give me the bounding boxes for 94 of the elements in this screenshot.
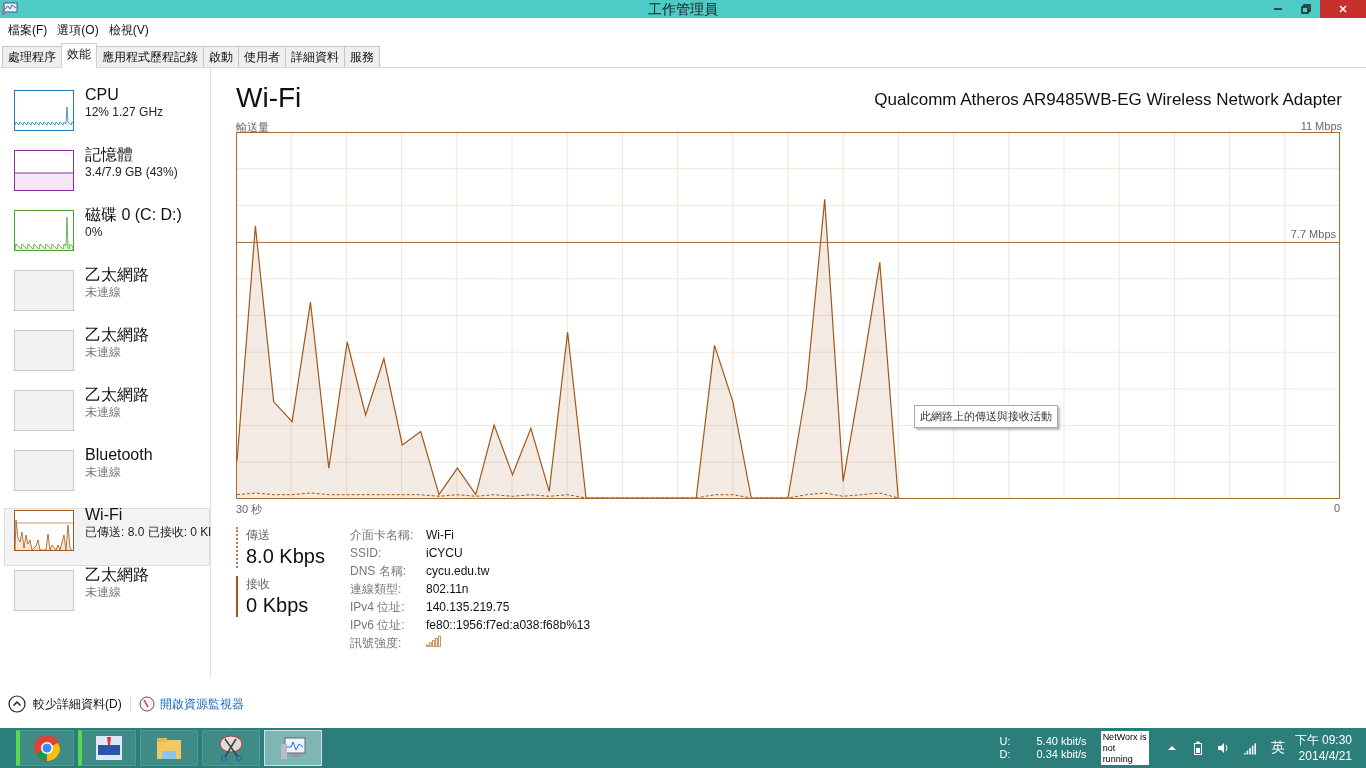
sidebar-item[interactable]: 乙太網路 未連線 [4,388,210,446]
app-tile-icon [93,733,124,763]
adapter-name: Qualcomm Atheros AR9485WB-EG Wireless Network Adapter [874,90,1342,110]
resource-detail: 0% [85,224,104,241]
signal-strength-icon [426,635,442,647]
menu-item[interactable]: 檢視(V) [104,20,153,41]
tab[interactable]: 處理程序 [2,46,62,67]
resource-detail: 未連線 [85,284,122,301]
resource-detail: 未連線 [85,584,122,601]
sidebar-item[interactable]: CPU 12% 1.27 GHz [4,88,210,146]
app-monitor-icon [2,2,18,16]
resource-name: 磁碟 0 (C: D:) [85,205,182,224]
sidebar-item[interactable]: 乙太網路 未連線 [4,328,210,386]
resource-name: 記憶體 [85,145,134,164]
signal-bars-icon[interactable] [1242,741,1257,755]
clock-date[interactable]: 2014/4/21 [1298,748,1352,764]
sidebar-item[interactable]: 乙太網路 未連線 [4,268,210,326]
detail-label: SSID: [350,545,383,561]
detail-value: cycu.edu.tw [426,563,491,579]
tooltip: 此網路上的傳送與接收活動 [914,405,1058,428]
sidebar-item[interactable]: Wi-Fi 已傳送: 8.0 已接收: 0 Kl [4,508,210,566]
taskbar-app-button[interactable] [78,730,136,766]
graph-thumbnail [14,450,74,491]
graph-thumbnail [14,330,74,371]
gauge-icon [138,696,155,712]
download-label: D: [999,748,1011,761]
graph-end-label: 0 [1333,502,1340,516]
stat-value: 8.0 Kbps [246,544,326,568]
minimize-icon [1273,8,1283,10]
detail-value: iCYCU [426,545,464,561]
resource-name: 乙太網路 [85,265,149,284]
detail-label: 訊號強度: [350,635,403,651]
graph-thumbnail [14,570,74,611]
detail-value: 802.11n [426,581,470,597]
graph-thumbnail [14,390,74,431]
resource-name: CPU [85,85,120,104]
menu-item[interactable]: 檔案(F) [4,20,52,41]
close-icon [1338,4,1348,14]
detail-value: fe80::1956:f7ed:a038:f68b%13 [426,617,591,633]
detail-value: Wi-Fi [426,527,455,543]
page-title: Wi-Fi [236,82,302,114]
detail-label: DNS 名稱: [350,563,407,579]
resource-name: Bluetooth [85,445,153,464]
fewer-details-button[interactable]: 較少詳細資料(D) [8,695,122,713]
resource-name: Wi-Fi [85,505,124,524]
input-method-indicator[interactable]: 英 [1270,739,1285,757]
graph-axis-label: 輸送量 [236,120,269,135]
upload-rate: 5.40 kbit/s [1036,735,1087,748]
stat-value: 0 Kbps [246,593,310,617]
resource-detail: 12% 1.27 GHz [85,104,164,121]
tab[interactable]: 服務 [344,46,380,67]
round-app-icon [31,733,62,763]
networx-notice: NetWorx is not running [1100,731,1149,765]
taskbar-app-button[interactable] [16,730,74,766]
tab[interactable]: 使用者 [238,46,286,67]
detail-label: IPv4 位址: [350,599,406,615]
clock-time[interactable]: 下午 09:30 [1294,732,1352,748]
chevron-up-icon [8,695,26,713]
graph-max-label: 11 Mbps [1300,120,1342,134]
resource-monitor-link[interactable]: 開啟資源監視器 [159,695,244,713]
speaker-icon[interactable] [1216,741,1231,755]
detail-value: 140.135.219.75 [426,599,511,615]
resource-name: 乙太網路 [85,325,149,344]
stat-label: 傳送 [246,527,271,544]
taskbar-app-button[interactable] [140,730,198,766]
sidebar-item[interactable]: 磁碟 0 (C: D:) 0% [4,208,210,266]
resource-detail: 已傳送: 8.0 已接收: 0 Kl [85,524,212,541]
graph-thumbnail [14,270,74,311]
taskbar-app-button[interactable] [202,730,260,766]
resource-detail: 未連線 [85,404,122,421]
sidebar-item[interactable]: Bluetooth 未連線 [4,448,210,506]
sidebar-item[interactable]: 乙太網路 未連線 [4,568,210,626]
stat-label: 接收 [246,576,271,593]
resource-detail: 未連線 [85,344,122,361]
resource-detail: 3.4/7.9 GB (43%) [85,164,178,181]
tab[interactable]: 效能 [61,43,97,68]
detail-label: IPv6 位址: [350,617,406,633]
scissors-icon [216,733,246,763]
download-rate: 0.34 kbit/s [1036,748,1087,761]
reference-label: 7.7 Mbps [1290,227,1336,240]
restore-icon [1301,4,1311,14]
tab[interactable]: 啟動 [203,46,239,67]
upload-label: U: [999,735,1011,748]
detail-label: 介面卡名稱: [350,527,415,543]
graph-start-label: 30 秒 [236,502,263,517]
menu-item[interactable]: 選項(O) [53,20,103,41]
sidebar-item[interactable]: 記憶體 3.4/7.9 GB (43%) [4,148,210,206]
tab[interactable]: 詳細資料 [285,46,345,67]
resource-name: 乙太網路 [85,565,149,584]
tab[interactable]: 應用程式歷程記錄 [96,46,204,67]
window-title: 工作管理員 [647,1,719,19]
resource-detail: 未連線 [85,464,122,481]
resource-name: 乙太網路 [85,385,149,404]
detail-label: 連線類型: [350,581,403,597]
